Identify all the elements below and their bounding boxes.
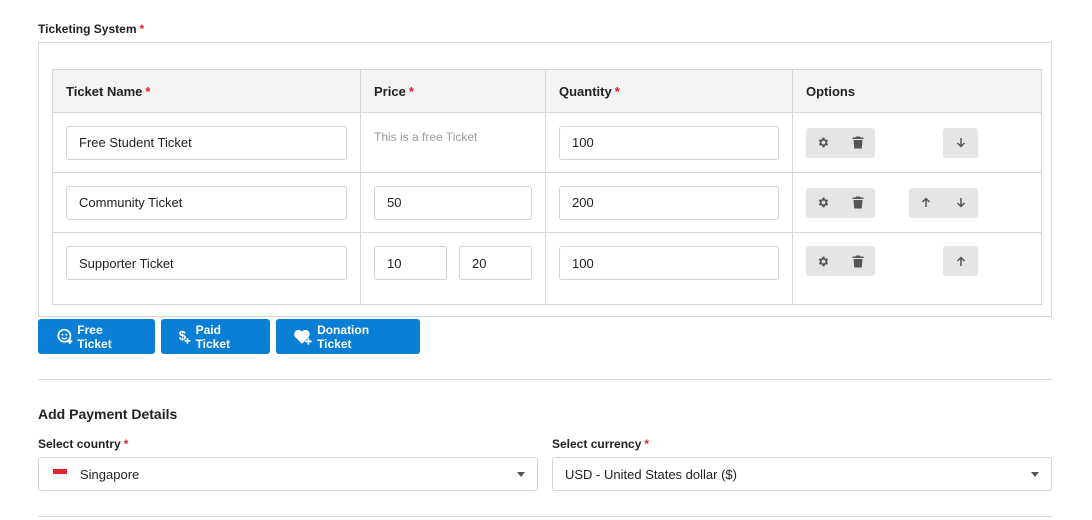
divider bbox=[38, 516, 1052, 517]
header-quantity: Quantity * bbox=[545, 69, 793, 113]
row-options bbox=[806, 246, 1028, 276]
gear-icon[interactable] bbox=[812, 192, 834, 214]
header-ticket-name: Ticket Name * bbox=[52, 69, 361, 113]
row-options bbox=[806, 127, 1028, 158]
required-mark: * bbox=[145, 83, 151, 99]
donation-ticket-label: Donation Ticket bbox=[317, 322, 370, 351]
header-options: Options bbox=[792, 69, 1042, 113]
trash-icon[interactable] bbox=[847, 250, 869, 272]
price-cell: 50 bbox=[360, 172, 546, 233]
dollar-plus-icon: $ bbox=[179, 328, 191, 344]
ticket-name-cell: Supporter Ticket bbox=[52, 232, 361, 305]
header-options-label: Options bbox=[806, 83, 856, 99]
min-price-input[interactable]: 10 bbox=[374, 246, 447, 280]
trash-icon[interactable] bbox=[847, 132, 869, 154]
move-buttons bbox=[943, 127, 978, 158]
move-buttons bbox=[909, 187, 978, 218]
heart-plus-icon bbox=[294, 329, 312, 345]
add-donation-ticket-button[interactable]: Donation Ticket bbox=[276, 319, 420, 354]
gear-icon[interactable] bbox=[812, 132, 834, 154]
settings-delete-group bbox=[806, 246, 875, 276]
add-paid-ticket-button[interactable]: $ Paid Ticket bbox=[161, 319, 270, 354]
quantity-cell: 100 bbox=[545, 232, 793, 305]
header-ticket-name-label: Ticket Name bbox=[66, 83, 143, 99]
divider bbox=[38, 379, 1052, 380]
ticketing-system-label: Ticketing System * bbox=[38, 22, 144, 36]
gear-icon[interactable] bbox=[812, 250, 834, 272]
currency-select[interactable]: USD - United States dollar ($) bbox=[552, 457, 1052, 491]
header-price: Price * bbox=[360, 69, 546, 113]
country-label-text: Select country bbox=[38, 437, 121, 451]
quantity-input[interactable]: 200 bbox=[559, 185, 779, 220]
table-row: Free Student Ticket This is a free Ticke… bbox=[52, 112, 1042, 173]
ticket-name-input[interactable]: Supporter Ticket bbox=[66, 246, 347, 280]
quantity-input[interactable]: 100 bbox=[559, 125, 779, 160]
country-value: Singapore bbox=[80, 466, 140, 482]
required-mark: * bbox=[408, 83, 414, 99]
options-cell bbox=[792, 172, 1042, 233]
ticket-name-input[interactable]: Free Student Ticket bbox=[66, 125, 347, 160]
quantity-cell: 100 bbox=[545, 112, 793, 173]
ticket-table: Ticket Name * Price * Quantity * Options Fr… bbox=[52, 69, 1042, 305]
ticketing-system-panel: Ticket Name * Price * Quantity * Options Fr… bbox=[38, 42, 1052, 317]
quantity-input[interactable]: 100 bbox=[559, 246, 779, 280]
currency-value: USD - United States dollar ($) bbox=[565, 466, 737, 482]
payment-section-title: Add Payment Details bbox=[38, 406, 178, 422]
ticket-name-input[interactable]: Community Ticket bbox=[66, 185, 347, 220]
ticket-name-cell: Free Student Ticket bbox=[52, 112, 361, 173]
table-row: Supporter Ticket 10 20 100 bbox=[52, 232, 1042, 305]
caret-down-icon bbox=[1031, 472, 1039, 477]
settings-delete-group bbox=[806, 127, 875, 158]
settings-delete-group bbox=[806, 187, 875, 218]
add-ticket-buttons: Free Ticket $ Paid Ticket Donation Ticke… bbox=[38, 319, 420, 354]
country-label: Select country * bbox=[38, 437, 128, 451]
header-price-label: Price bbox=[374, 83, 406, 99]
arrow-down-icon[interactable] bbox=[950, 132, 972, 154]
arrow-up-icon[interactable] bbox=[915, 192, 937, 214]
caret-down-icon bbox=[517, 472, 525, 477]
required-mark: * bbox=[123, 437, 129, 451]
currency-label-text: Select currency bbox=[552, 437, 642, 451]
free-ticket-icon bbox=[57, 328, 73, 345]
table-row: Community Ticket 50 200 bbox=[52, 172, 1042, 233]
currency-label: Select currency * bbox=[552, 437, 649, 451]
ticket-table-header: Ticket Name * Price * Quantity * Options bbox=[52, 69, 1042, 113]
price-input[interactable]: 50 bbox=[374, 185, 532, 220]
options-cell bbox=[792, 232, 1042, 305]
singapore-flag-icon bbox=[53, 469, 67, 479]
price-cell: 10 20 bbox=[360, 232, 546, 305]
arrow-up-icon[interactable] bbox=[950, 250, 972, 272]
required-mark: * bbox=[139, 22, 145, 36]
country-select[interactable]: Singapore bbox=[38, 457, 538, 491]
row-options bbox=[806, 187, 1028, 218]
ticket-name-cell: Community Ticket bbox=[52, 172, 361, 233]
quantity-cell: 200 bbox=[545, 172, 793, 233]
options-cell bbox=[792, 112, 1042, 173]
required-mark: * bbox=[644, 437, 650, 451]
add-free-ticket-button[interactable]: Free Ticket bbox=[38, 319, 155, 354]
arrow-down-icon[interactable] bbox=[950, 192, 972, 214]
price-range: 10 20 bbox=[374, 246, 532, 280]
max-price-input[interactable]: 20 bbox=[459, 246, 532, 280]
trash-icon[interactable] bbox=[847, 192, 869, 214]
free-ticket-label: Free Ticket bbox=[77, 322, 112, 351]
free-ticket-note: This is a free Ticket bbox=[374, 129, 478, 144]
paid-ticket-label: Paid Ticket bbox=[195, 322, 231, 351]
move-buttons bbox=[943, 246, 978, 276]
required-mark: * bbox=[614, 83, 620, 99]
price-cell: This is a free Ticket bbox=[360, 112, 546, 173]
header-quantity-label: Quantity bbox=[559, 83, 612, 99]
ticketing-system-label-text: Ticketing System bbox=[38, 22, 137, 36]
